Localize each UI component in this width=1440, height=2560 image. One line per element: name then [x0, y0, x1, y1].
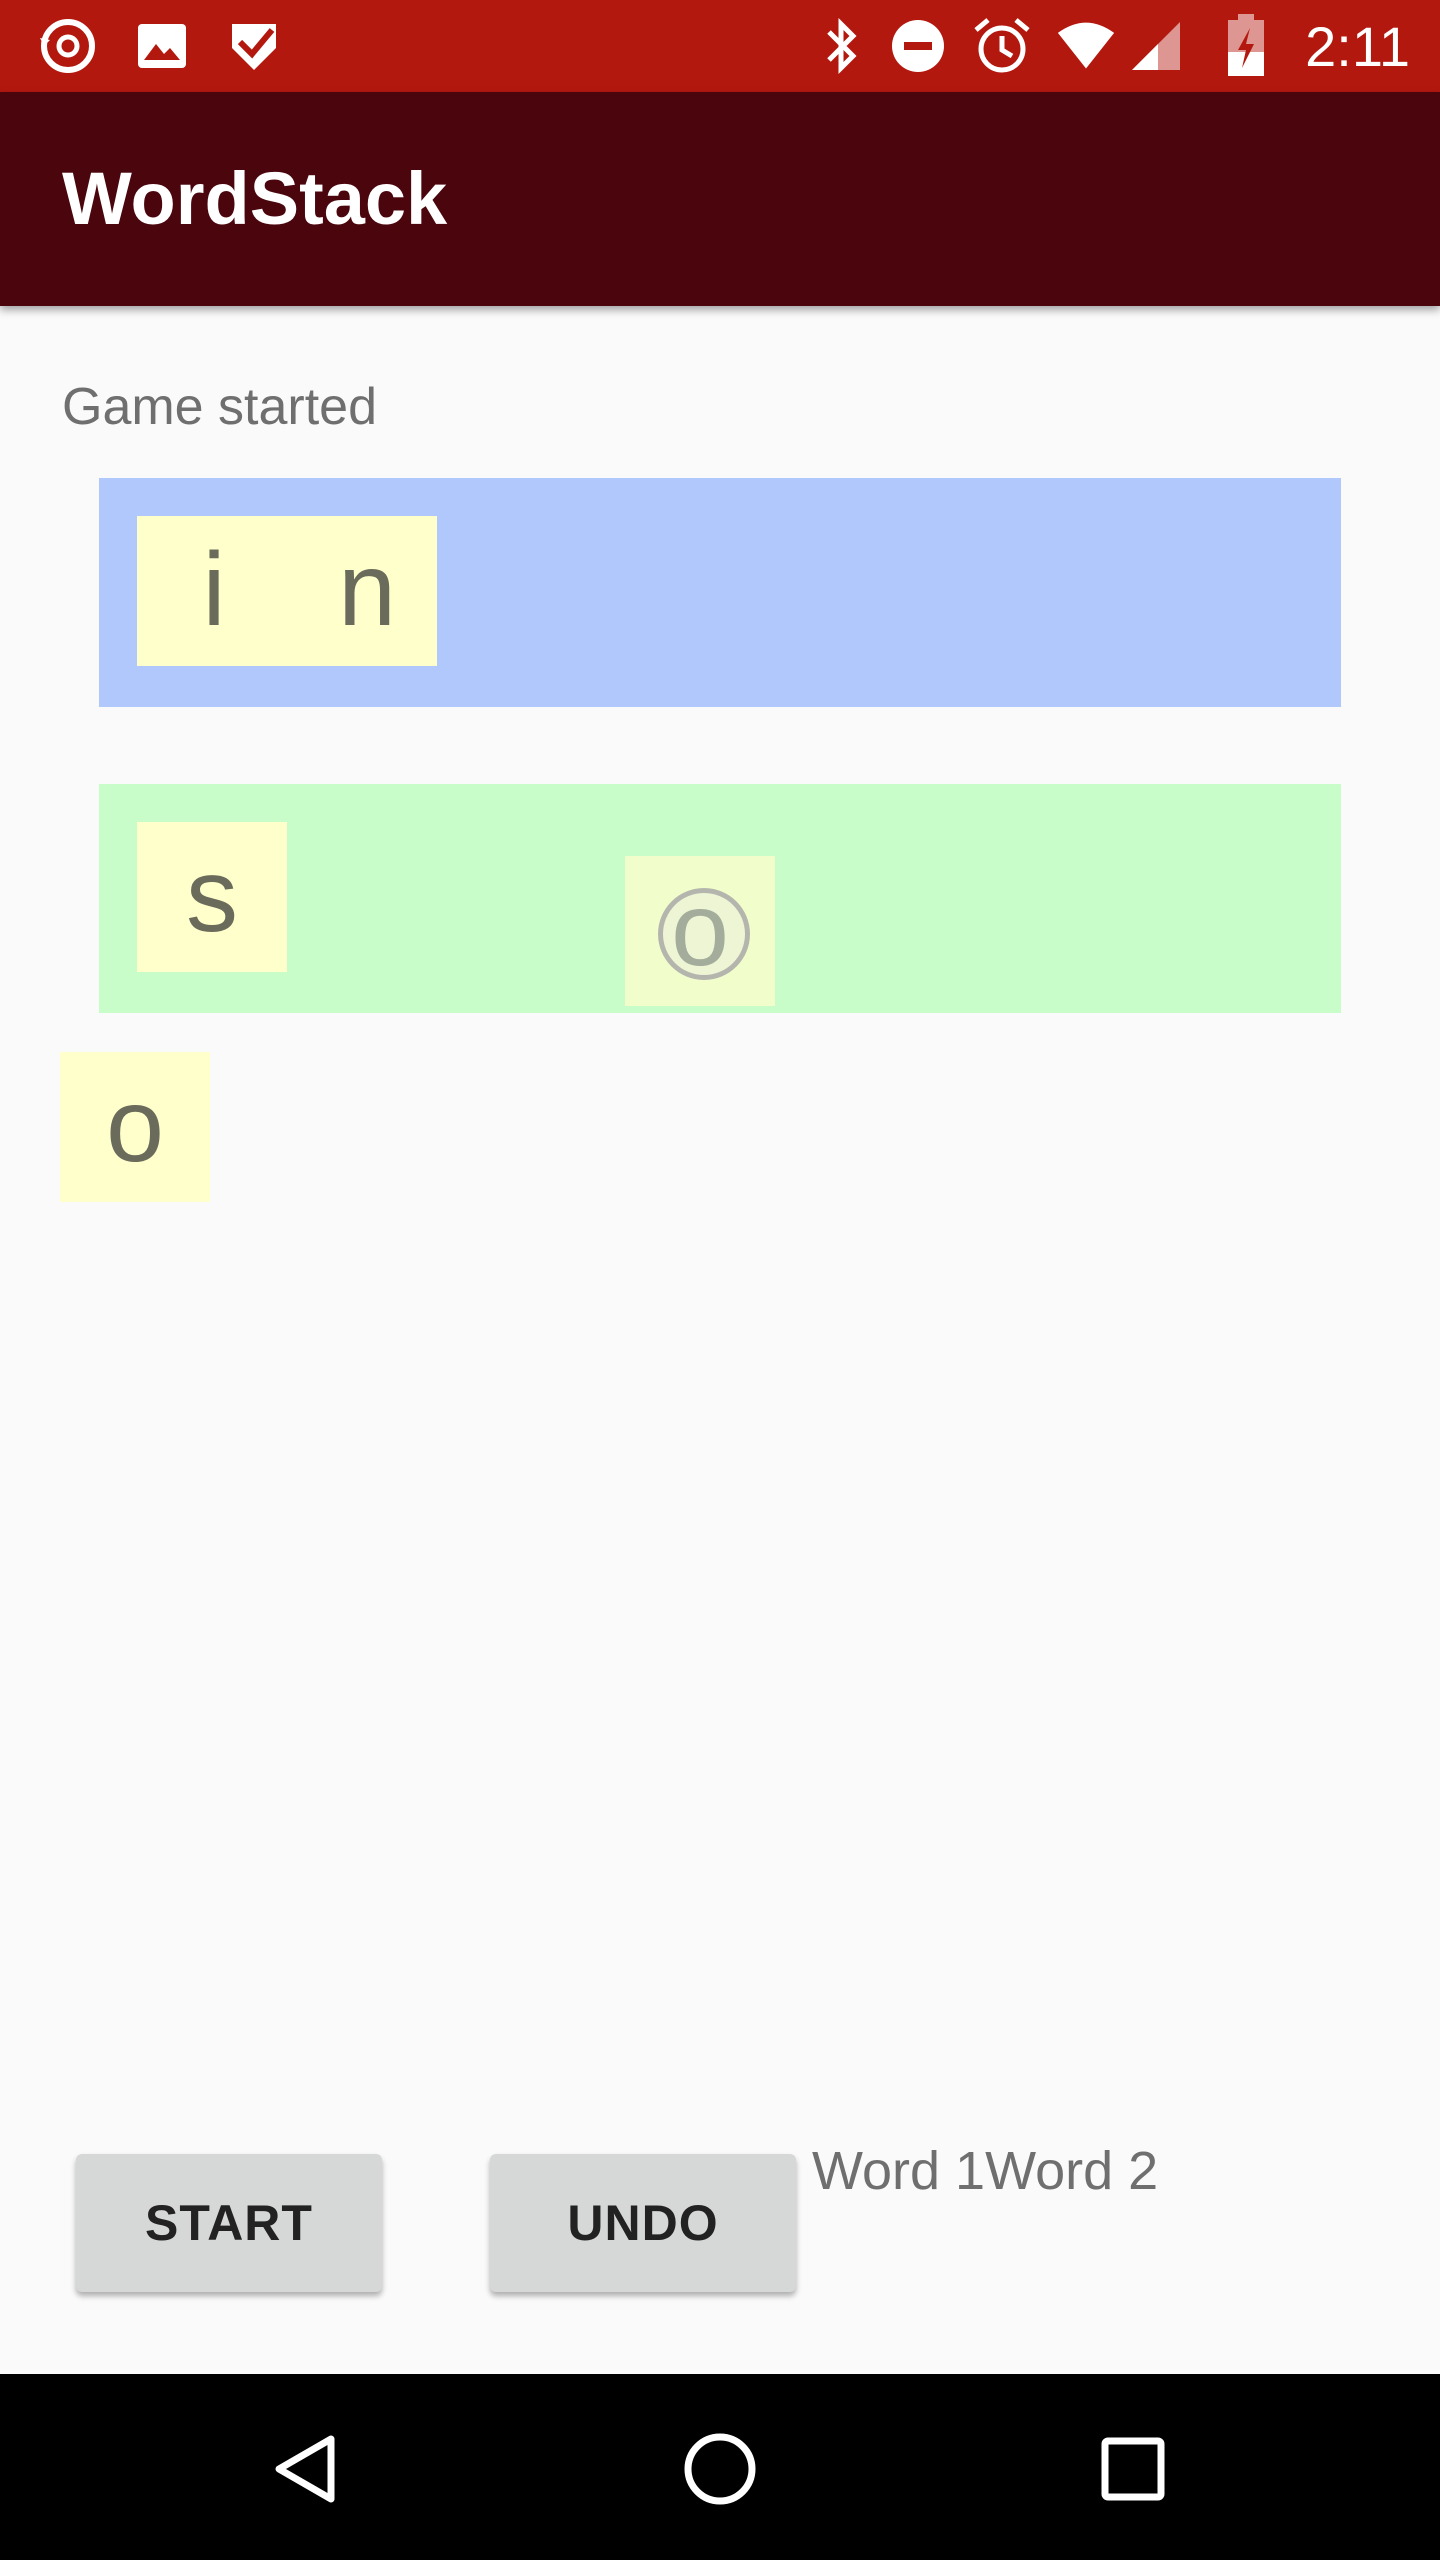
word-stack-2[interactable]: s o [99, 784, 1341, 1013]
game-status-text: Game started [62, 378, 378, 436]
undo-button[interactable]: UNDO [490, 2154, 796, 2292]
checkmark-shield-icon [224, 16, 284, 76]
touch-indicator [658, 888, 750, 980]
image-icon [132, 16, 192, 76]
recents-icon[interactable] [1078, 2414, 1188, 2524]
tile-group[interactable]: i n [137, 516, 437, 666]
sync-icon [38, 16, 98, 76]
word-stack-1[interactable]: i n [99, 478, 1341, 707]
letter-tile[interactable]: n [337, 516, 397, 664]
letter-tile[interactable]: i [189, 516, 239, 664]
words-label: Word 1Word 2 [812, 2141, 1159, 2201]
bluetooth-icon [812, 16, 872, 76]
status-time: 2:11 [1305, 15, 1410, 78]
app-bar: WordStack [0, 92, 1440, 306]
wifi-icon [1056, 16, 1116, 76]
start-button[interactable]: START [76, 2154, 382, 2292]
letter-tile[interactable]: o [60, 1052, 210, 1202]
do-not-disturb-icon [888, 16, 948, 76]
letter-tile[interactable]: s [137, 822, 287, 972]
app-title: WordStack [62, 157, 448, 240]
back-icon[interactable] [252, 2414, 362, 2524]
home-icon[interactable] [665, 2414, 775, 2524]
status-bar: 2:11 [0, 0, 1440, 92]
battery-charging-icon [1216, 14, 1276, 76]
navigation-bar [0, 2374, 1440, 2560]
alarm-icon [972, 16, 1032, 76]
cell-signal-icon [1126, 16, 1186, 76]
